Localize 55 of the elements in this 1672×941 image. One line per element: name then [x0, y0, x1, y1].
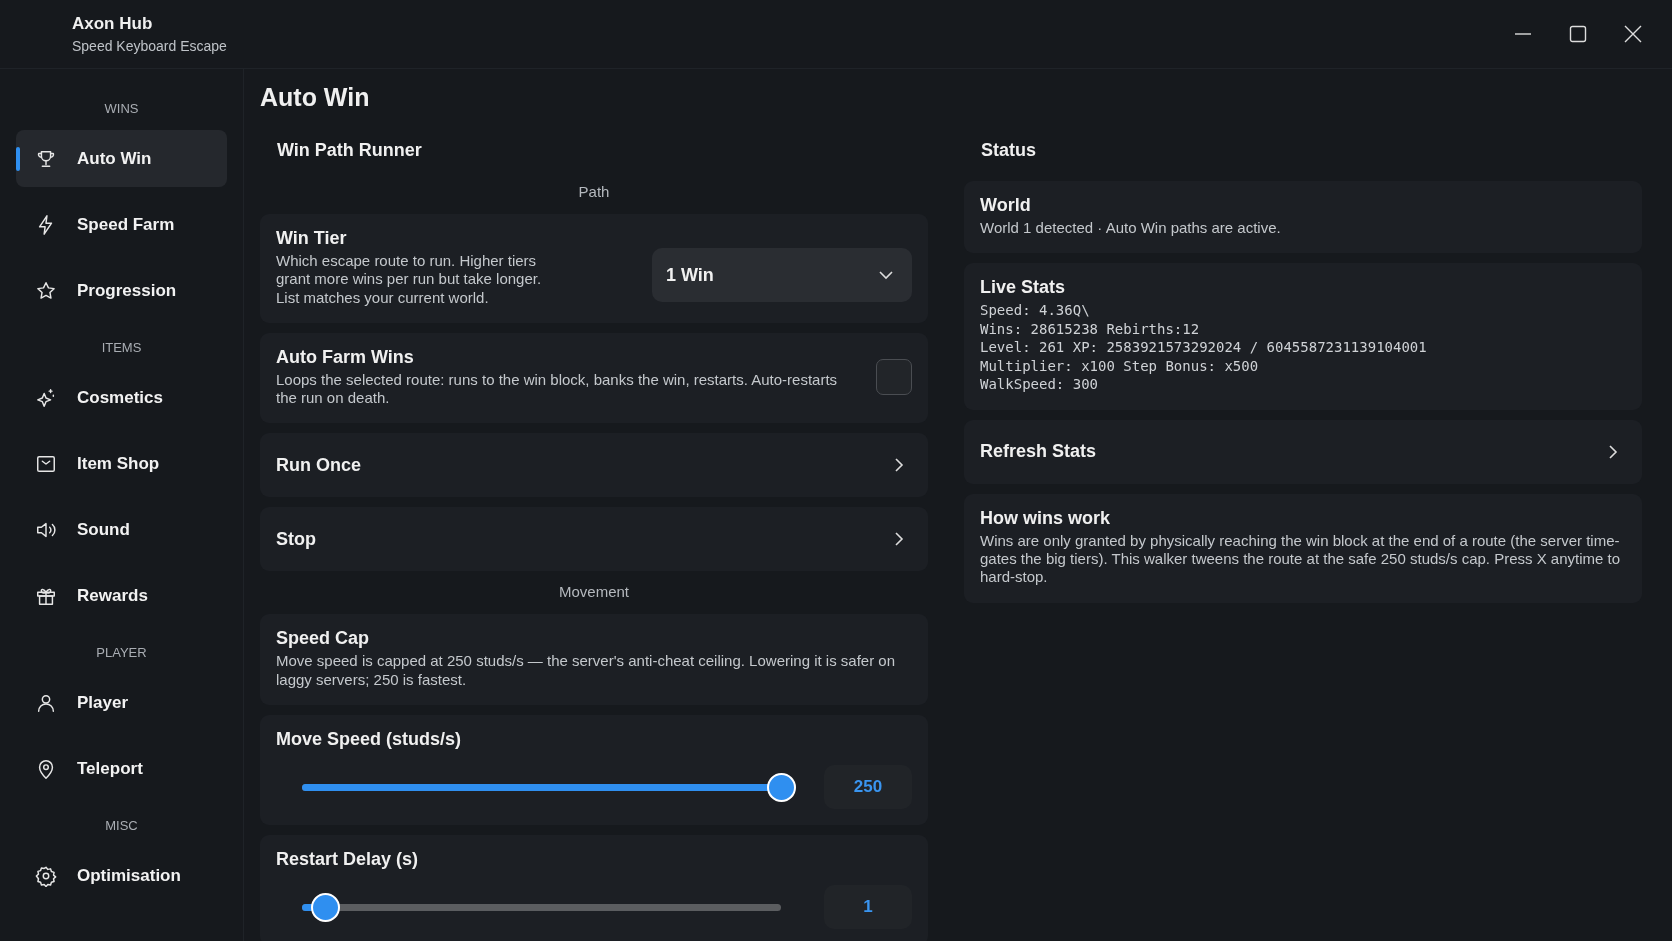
- close-icon[interactable]: [1624, 25, 1642, 43]
- setting-title: Auto Farm Wins: [276, 346, 415, 368]
- setting-title: Restart Delay (s): [276, 849, 419, 871]
- setting-description: World 1 detected · Auto Win paths are active.: [980, 219, 1281, 238]
- action-button[interactable]: Refresh Stats: [964, 419, 1642, 484]
- setting-title: World: [980, 195, 1032, 216]
- setting-title: Move Speed (studs/s): [276, 729, 462, 751]
- stat-line: WalkSpeed: 300: [980, 375, 1099, 394]
- setting-title: Win Tier: [276, 228, 348, 249]
- gear-icon: [35, 864, 57, 887]
- action-button[interactable]: Stop: [260, 507, 928, 572]
- page-title: Auto Win: [260, 83, 371, 112]
- stat-line: Multiplier: x100 Step Bonus: x500: [980, 356, 1260, 376]
- sparkle-icon: [35, 386, 57, 409]
- star-icon: [35, 279, 57, 302]
- sidebar-item[interactable]: Speed Farm: [16, 196, 227, 253]
- sidebar-item[interactable]: Auto Win: [16, 130, 227, 187]
- setting-title: How wins work: [980, 507, 1112, 529]
- sidebar-item[interactable]: Item Shop: [16, 435, 227, 492]
- column-title: Status: [980, 140, 1037, 162]
- setting-description: Wins are only granted by physically reaching the win block at the end of a route (the server time-gates the big tiers). This walker tweens the route at the safe 250 studs/s cap. Press X anytime to hard-stop.: [980, 531, 1622, 587]
- group-label: Path: [577, 182, 611, 202]
- chevron-icon: [1608, 443, 1618, 460]
- chevron-icon: [894, 457, 904, 474]
- checkbox[interactable]: [876, 358, 912, 395]
- sidebar-item[interactable]: Sound: [16, 501, 227, 558]
- stat-line: Wins: 28615238 Rebirths:12: [980, 319, 1201, 339]
- setting-description: Loops the selected route: runs to the win block, banks the win, restarts. Auto-restarts the run on death.: [276, 370, 839, 408]
- sidebar-item[interactable]: Teleport: [16, 740, 227, 797]
- chevron-down-icon: [878, 270, 894, 280]
- sidebar-item[interactable]: Rewards: [16, 567, 227, 624]
- section-label: WINS: [103, 100, 140, 118]
- tier-dropdown[interactable]: 1 Win: [652, 248, 912, 302]
- setting-title: Speed Cap: [276, 628, 371, 650]
- section-label: PLAYER: [95, 644, 148, 662]
- sidebar-item[interactable]: Cosmetics: [16, 369, 227, 426]
- maximize-icon[interactable]: [1569, 25, 1587, 43]
- setting-title: Live Stats: [980, 277, 1067, 299]
- sidebar-item[interactable]: Progression: [16, 262, 227, 319]
- group-label: Movement: [558, 582, 630, 603]
- value-field[interactable]: 1: [824, 885, 912, 930]
- stat-line: Speed: 4.36Q\: [980, 301, 1091, 320]
- stat-line: Level: 261 XP: 2583921573292024 / 6045587231139104001: [980, 338, 1427, 357]
- value-field[interactable]: 250: [824, 765, 912, 810]
- chevron-icon: [894, 531, 904, 548]
- section-label: MISC: [104, 817, 139, 835]
- setting-description: Which escape route to run. Higher tiers grant more wins per run but take longer. List matches your current world.: [276, 252, 543, 307]
- app-title: Axon Hub: [72, 14, 154, 34]
- setting-description: Move speed is capped at 250 studs/s — the server's anti-cheat ceiling. Lowering it is safer on laggy servers; 250 is fastest.: [276, 652, 897, 690]
- column-title: Win Path Runner: [276, 140, 423, 162]
- sidebar-item[interactable]: Player: [16, 674, 227, 731]
- section-label: ITEMS: [100, 339, 143, 357]
- app-subtitle: Speed Keyboard Escape: [72, 38, 227, 54]
- action-button[interactable]: Run Once: [260, 433, 928, 498]
- sidebar-item[interactable]: Optimisation: [16, 847, 227, 904]
